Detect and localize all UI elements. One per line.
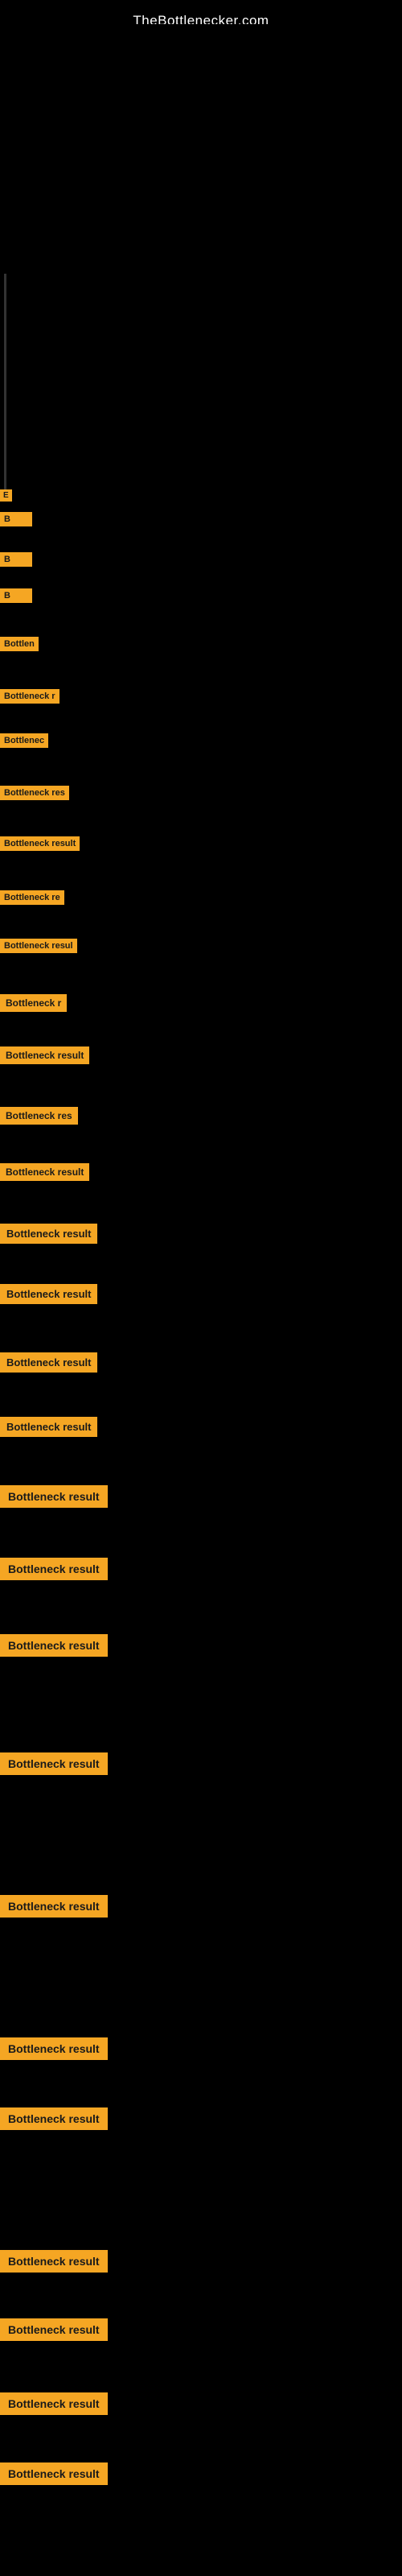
bottleneck-label: Bottleneck result: [0, 1558, 108, 1580]
bottleneck-label: Bottleneck result: [0, 1895, 108, 1918]
bottleneck-label: Bottleneck res: [0, 786, 69, 800]
list-item: Bottleneck result: [0, 1046, 89, 1064]
list-item: Bottleneck res: [0, 1107, 78, 1125]
list-item: Bottleneck result: [0, 1485, 108, 1508]
bottleneck-label: Bottleneck result: [0, 1284, 97, 1304]
list-item: Bottleneck r: [0, 688, 59, 704]
list-item: Bottlen: [0, 636, 39, 651]
bottleneck-label: Bottleneck result: [0, 1485, 108, 1508]
bottleneck-label: Bottleneck result: [0, 2392, 108, 2415]
y-axis: [4, 274, 6, 499]
bottleneck-label: Bottleneck resul: [0, 939, 77, 953]
bottleneck-label: B: [0, 588, 32, 603]
chart-area: [8, 24, 386, 266]
list-item: Bottleneck result: [0, 2037, 108, 2060]
bottleneck-label: Bottleneck result: [0, 1046, 89, 1064]
bottleneck-label: Bottleneck result: [0, 2250, 108, 2273]
list-item: Bottleneck result: [0, 1417, 97, 1437]
list-item: Bottleneck res: [0, 785, 69, 800]
list-item: Bottleneck result: [0, 2392, 108, 2415]
list-item: Bottleneck result: [0, 1558, 108, 1580]
bottleneck-label: Bottleneck r: [0, 994, 67, 1012]
page-container: TheBottlenecker.com E BBBBottlenBottlene…: [0, 0, 402, 2576]
bottleneck-label: Bottleneck result: [0, 2318, 108, 2341]
list-item: B: [0, 551, 32, 567]
list-item: Bottleneck result: [0, 1163, 89, 1181]
list-item: Bottleneck result: [0, 2250, 108, 2273]
bottleneck-label: Bottleneck result: [0, 2107, 108, 2130]
list-item: Bottleneck r: [0, 994, 67, 1012]
bottleneck-label: Bottleneck result: [0, 1224, 97, 1244]
list-item: Bottleneck resul: [0, 938, 77, 953]
list-item: Bottleneck re: [0, 890, 64, 905]
list-item: Bottleneck result: [0, 2107, 108, 2130]
bottleneck-label: Bottleneck result: [0, 836, 80, 851]
bottleneck-label: Bottleneck result: [0, 1352, 97, 1373]
list-item: B: [0, 588, 32, 603]
bottleneck-label: Bottleneck res: [0, 1107, 78, 1125]
bottleneck-label: B: [0, 512, 32, 526]
bottleneck-label: Bottleneck result: [0, 1634, 108, 1657]
list-item: Bottleneck result: [0, 1634, 108, 1657]
list-item: Bottleneck result: [0, 2462, 108, 2485]
bottleneck-label: Bottleneck r: [0, 689, 59, 704]
bottleneck-label: Bottlen: [0, 637, 39, 651]
list-item: Bottleneck result: [0, 1752, 108, 1775]
bottleneck-label: Bottleneck result: [0, 1163, 89, 1181]
bottleneck-label: Bottleneck result: [0, 2462, 108, 2485]
bottleneck-label: Bottleneck re: [0, 890, 64, 905]
bottleneck-label: Bottleneck result: [0, 2037, 108, 2060]
bottleneck-label: B: [0, 552, 32, 567]
label-e: E: [0, 487, 12, 502]
list-item: Bottleneck result: [0, 2318, 108, 2341]
list-item: Bottleneck result: [0, 1352, 97, 1373]
list-item: Bottleneck result: [0, 1224, 97, 1244]
bottleneck-label: Bottleneck result: [0, 1417, 97, 1437]
list-item: Bottleneck result: [0, 1895, 108, 1918]
list-item: Bottleneck result: [0, 836, 80, 851]
list-item: Bottlenec: [0, 733, 48, 748]
list-item: Bottleneck result: [0, 1284, 97, 1304]
bottleneck-label: Bottlenec: [0, 733, 48, 748]
list-item: B: [0, 511, 32, 526]
bottleneck-label: Bottleneck result: [0, 1752, 108, 1775]
